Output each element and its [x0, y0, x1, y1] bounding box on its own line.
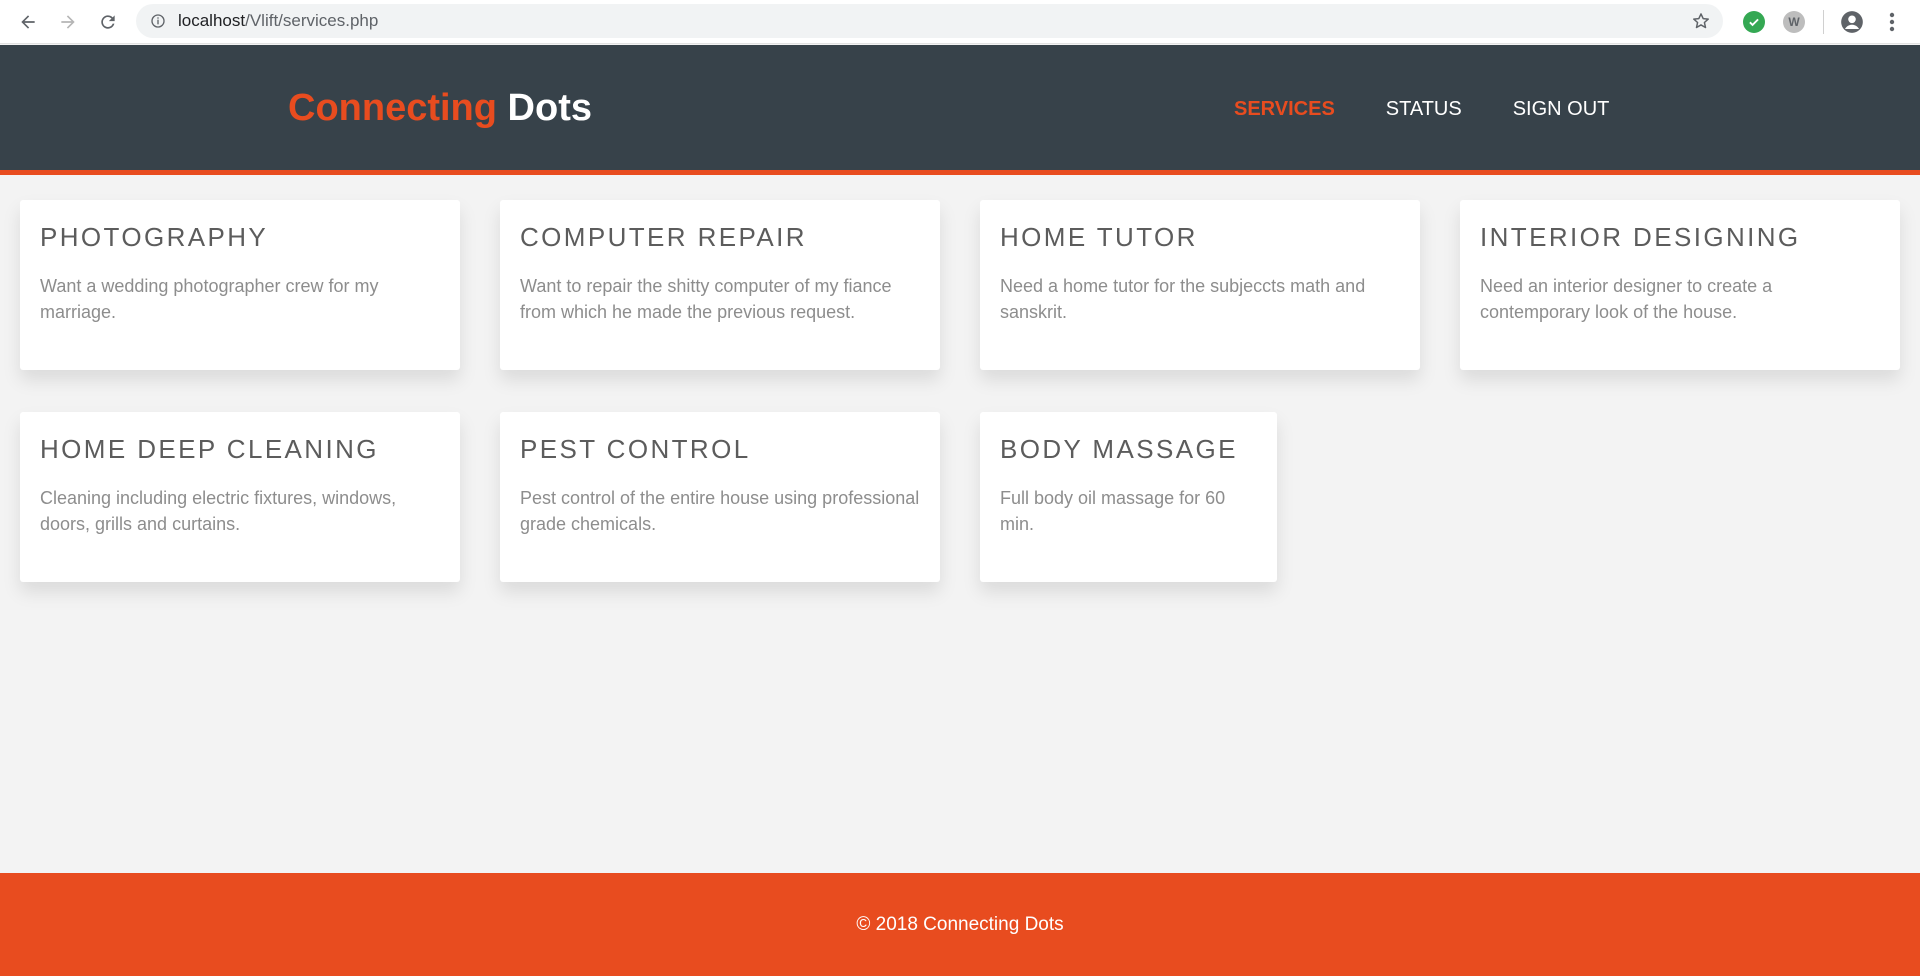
back-button[interactable]: [8, 2, 48, 42]
service-description: Full body oil massage for 60 min.: [1000, 488, 1226, 534]
profile-avatar-icon[interactable]: [1839, 9, 1865, 35]
service-title: HOME TUTOR: [1000, 222, 1198, 252]
site-header: Connecting Dots SERVICES STATUS SIGN OUT: [0, 45, 1920, 175]
arrow-right-icon: [61, 14, 75, 29]
info-icon[interactable]: [150, 13, 166, 29]
service-title: INTERIOR DESIGNING: [1480, 222, 1801, 252]
extension-check-icon[interactable]: [1743, 11, 1765, 33]
main-nav: SERVICES STATUS SIGN OUT: [1234, 98, 1660, 121]
brand-logo[interactable]: Connecting Dots: [288, 87, 592, 130]
service-description: Need a home tutor for the subjeccts math…: [1000, 276, 1366, 322]
service-card[interactable]: COMPUTER REPAIR Want to repair the shitt…: [500, 200, 940, 370]
service-card[interactable]: PHOTOGRAPHY Want a wedding photographer …: [20, 200, 460, 370]
service-title: BODY MASSAGE: [1000, 434, 1238, 464]
nav-status-link[interactable]: STATUS: [1386, 98, 1462, 121]
service-card[interactable]: HOME DEEP CLEANING Cleaning including el…: [20, 412, 460, 582]
service-description: Want to repair the shitty computer of my…: [520, 276, 892, 322]
service-card[interactable]: PEST CONTROL Pest control of the entire …: [500, 412, 940, 582]
nav-sign-out-link[interactable]: SIGN OUT: [1513, 98, 1610, 121]
service-card[interactable]: HOME TUTOR Need a home tutor for the sub…: [980, 200, 1420, 370]
url-path: /Vlift/services.php: [245, 11, 379, 30]
service-title: PEST CONTROL: [520, 434, 751, 464]
reload-button[interactable]: [88, 2, 128, 42]
toolbar-divider: [1823, 10, 1824, 34]
service-title: HOME DEEP CLEANING: [40, 434, 379, 464]
browser-toolbar: localhost/Vlift/services.php W: [0, 0, 1920, 44]
service-card[interactable]: INTERIOR DESIGNING Need an interior desi…: [1460, 200, 1900, 370]
nav-services-link[interactable]: SERVICES: [1234, 98, 1335, 121]
copyright-text: © 2018 Connecting Dots: [856, 913, 1064, 935]
url-host: localhost: [178, 11, 246, 30]
kebab-menu-icon[interactable]: [1880, 10, 1904, 34]
forward-button[interactable]: [48, 2, 88, 42]
url-text[interactable]: localhost/Vlift/services.php: [178, 11, 378, 31]
service-card[interactable]: BODY MASSAGE Full body oil massage for 6…: [980, 412, 1277, 582]
service-description: Want a wedding photographer crew for my …: [40, 276, 379, 322]
bookmark-star-icon[interactable]: [1691, 11, 1711, 31]
address-bar[interactable]: localhost/Vlift/services.php: [136, 4, 1723, 38]
site-footer: © 2018 Connecting Dots: [0, 873, 1920, 976]
service-description: Pest control of the entire house using p…: [520, 488, 920, 534]
service-description: Need an interior designer to create a co…: [1480, 276, 1773, 322]
service-title: PHOTOGRAPHY: [40, 222, 269, 252]
service-description: Cleaning including electric fixtures, wi…: [40, 488, 397, 534]
brand-part1: Connecting: [288, 87, 497, 129]
arrow-left-icon: [21, 14, 35, 29]
reload-icon: [101, 14, 115, 29]
brand-part2: Dots: [507, 87, 592, 129]
extension-w-icon[interactable]: W: [1783, 11, 1805, 33]
service-title: COMPUTER REPAIR: [520, 222, 807, 252]
